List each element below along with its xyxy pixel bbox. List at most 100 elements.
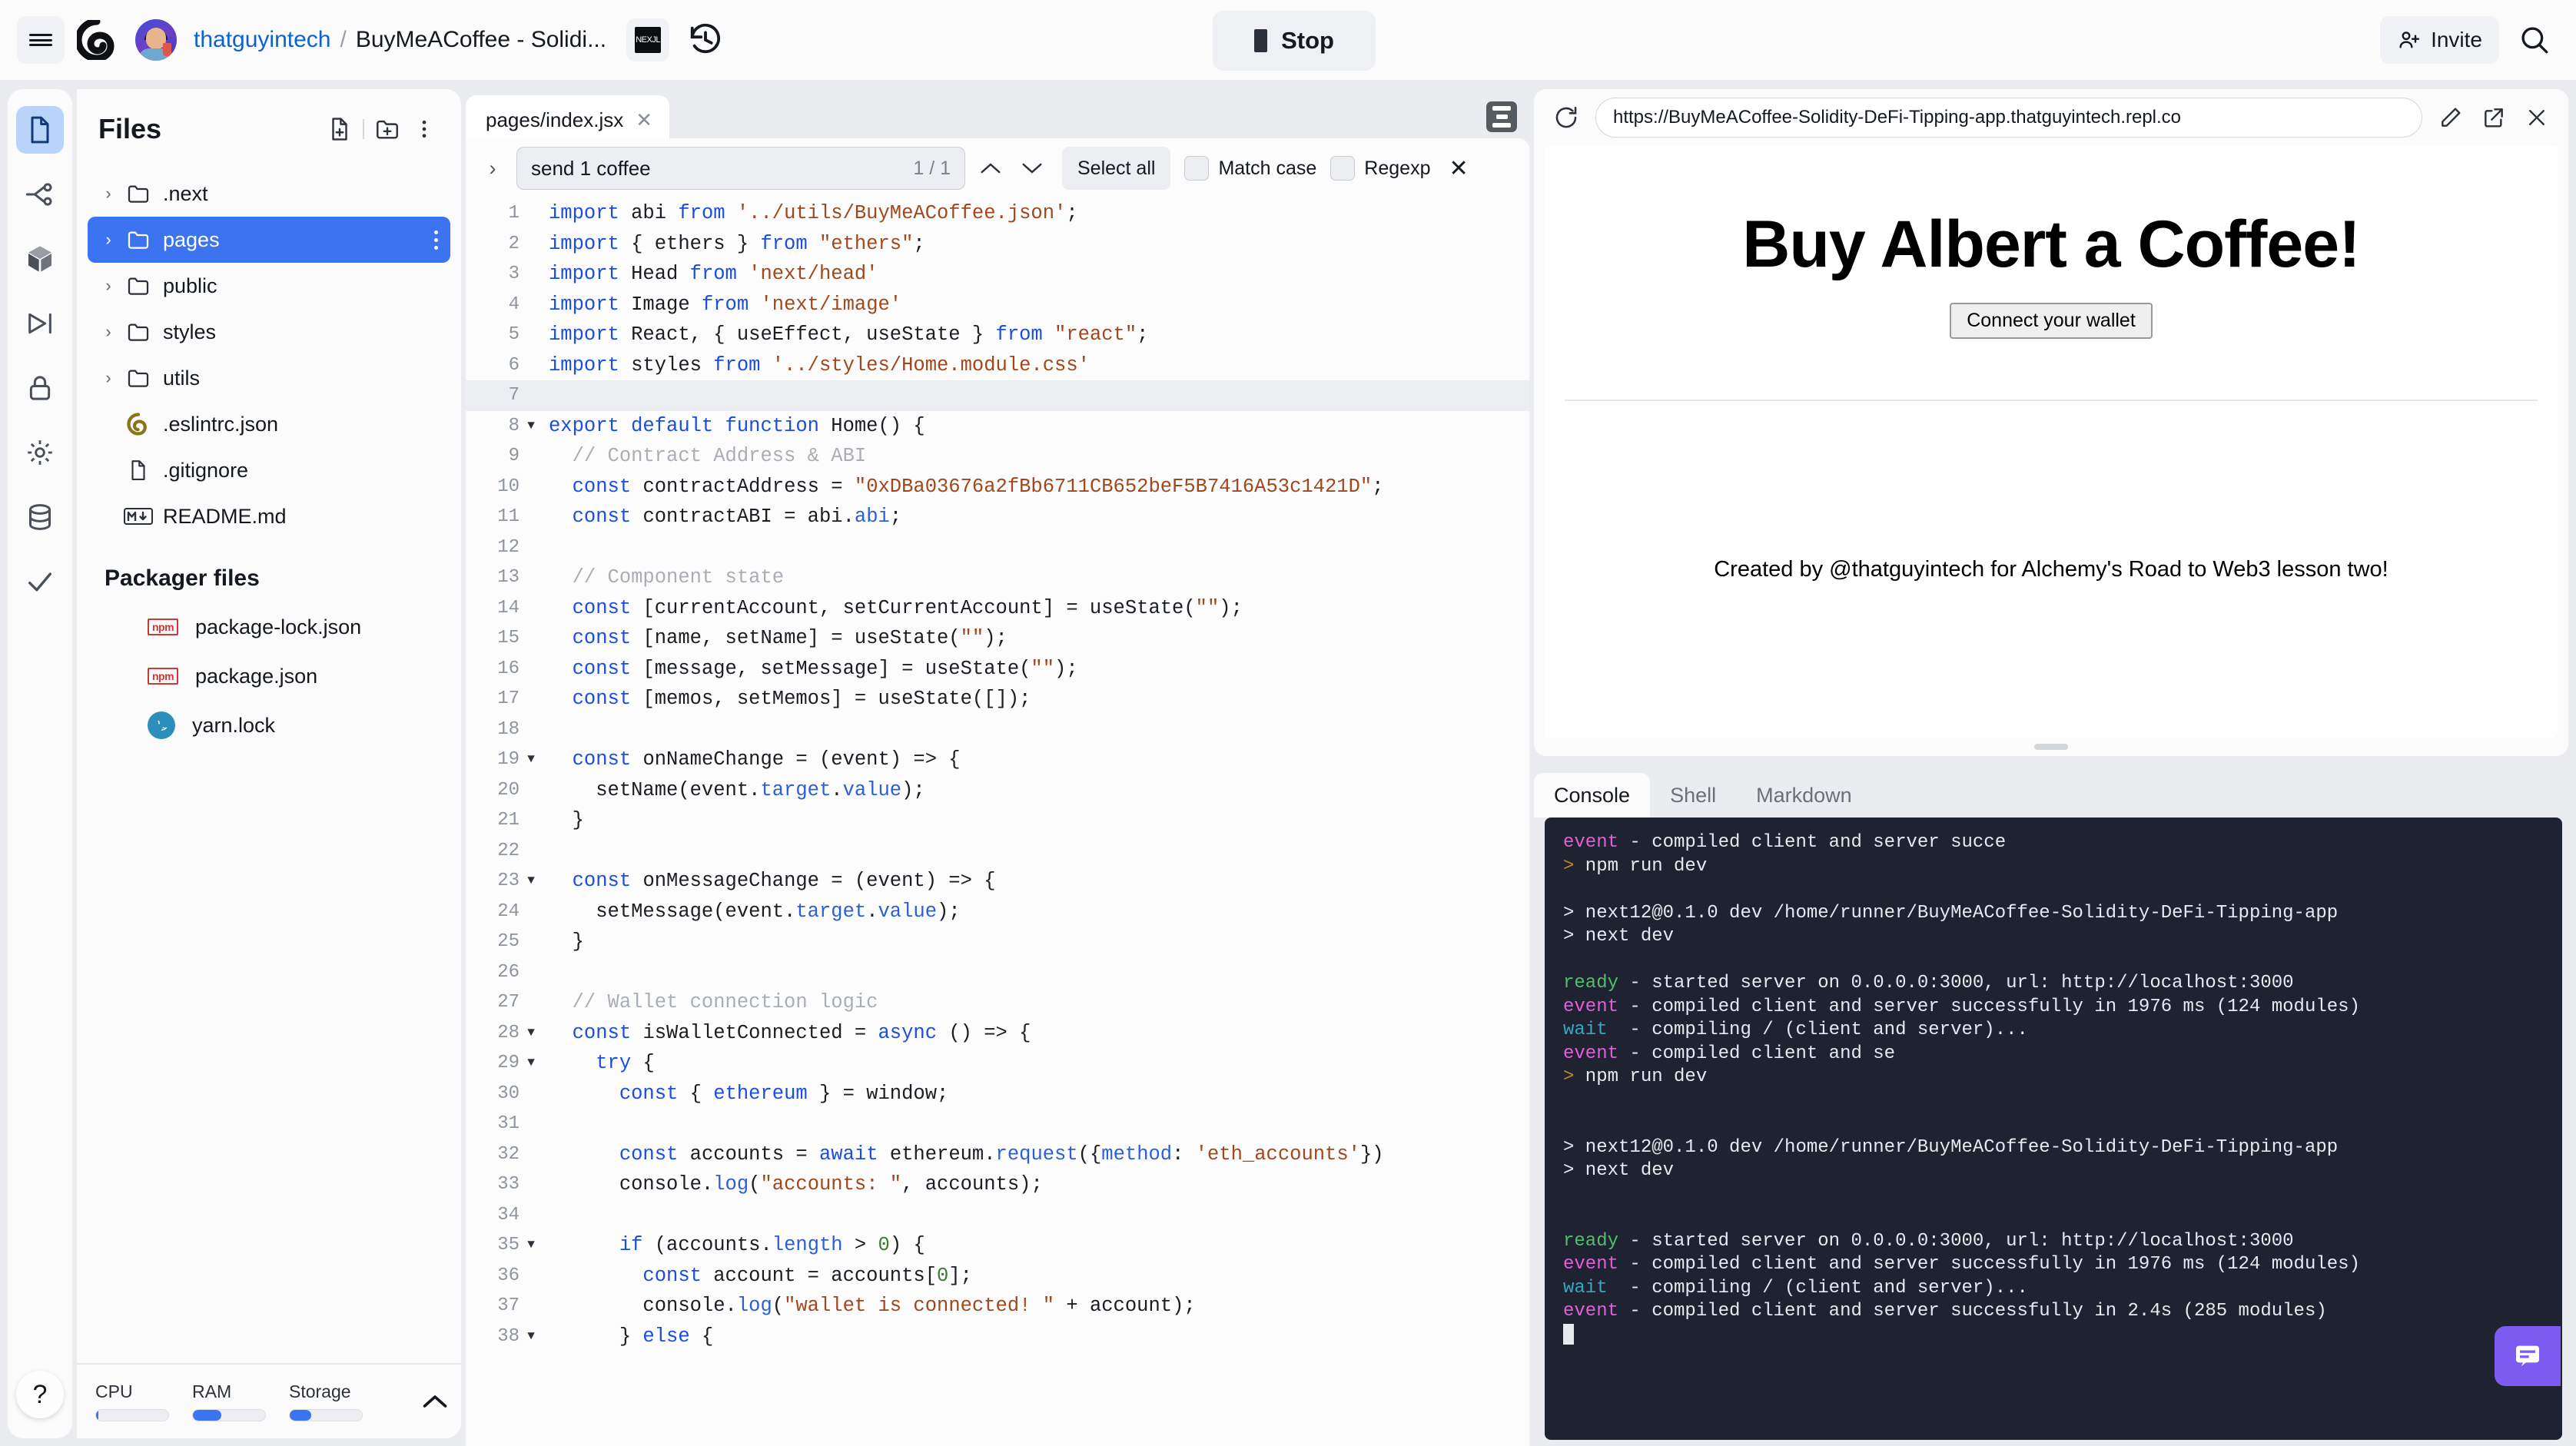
url-input[interactable]: https://BuyMeACoffee-Solidity-DeFi-Tippi… [1595, 98, 2422, 138]
console-line-text: - started server on 0.0.0.0:3000, url: h… [1618, 1230, 2294, 1252]
packager-file-package-lock[interactable]: npm package-lock.json [88, 602, 450, 652]
close-icon[interactable]: ✕ [1449, 155, 1468, 182]
search-input[interactable]: send 1 coffee 1 / 1 [516, 147, 965, 190]
code-line: 37 console.log("wallet is connected! " +… [466, 1291, 1529, 1322]
folder-more-icon[interactable] [434, 230, 438, 250]
replit-logo-icon[interactable] [75, 18, 118, 61]
help-button[interactable]: ? [16, 1371, 64, 1418]
history-clock-icon[interactable] [686, 21, 725, 59]
console-line-tag: event [1563, 996, 1619, 1017]
pencil-edit-icon[interactable] [2436, 103, 2465, 132]
sidebar-item-settings[interactable] [16, 429, 64, 476]
find-next-icon[interactable] [1021, 161, 1048, 176]
right-column: https://BuyMeACoffee-Solidity-DeFi-Tippi… [1534, 89, 2568, 1446]
more-vertical-icon[interactable] [406, 111, 443, 148]
resize-handle[interactable] [2034, 744, 2068, 750]
code-line: 9 // Contract Address & ABI [466, 441, 1529, 472]
file-tree-label: styles [163, 320, 217, 343]
tab-shell[interactable]: Shell [1650, 773, 1736, 818]
console-line-tag: > [1563, 855, 1575, 877]
layout-panel-icon[interactable] [1486, 101, 1517, 132]
line-number: 10 [497, 476, 520, 497]
select-all-button[interactable]: Select all [1062, 147, 1171, 190]
chevron-right-icon[interactable]: › [483, 157, 503, 181]
code-line: 10 const contractAddress = "0xDBa03676a2… [466, 472, 1529, 502]
sidebar-item-files[interactable] [16, 106, 64, 154]
code-text: console.log("accounts: ", accounts); [549, 1173, 1043, 1196]
fold-toggle-icon[interactable]: ▼ [523, 866, 539, 897]
line-number: 7 [508, 385, 520, 406]
find-previous-icon[interactable] [979, 161, 1007, 176]
sidebar-item-database[interactable] [16, 493, 64, 541]
line-number: 30 [497, 1083, 520, 1104]
console-line-text: - started server on 0.0.0.0:3000, url: h… [1618, 973, 2294, 993]
line-number: 33 [497, 1174, 520, 1195]
fold-toggle-icon[interactable]: ▼ [523, 1230, 539, 1261]
reload-icon[interactable] [1551, 102, 1582, 133]
tab-pages-index-jsx[interactable]: pages/index.jsx ✕ [466, 95, 670, 144]
code-text: setName(event.target.value); [549, 778, 925, 801]
file-tree-file-eslintrc[interactable]: .eslintrc.json [88, 401, 450, 447]
sidebar-item-debugger[interactable] [16, 300, 64, 347]
file-tree-folder-utils[interactable]: › utils [88, 355, 450, 401]
code-text: // Wallet connection logic [572, 991, 878, 1013]
tab-markdown[interactable]: Markdown [1736, 773, 1872, 818]
file-tree-folder-styles[interactable]: › styles [88, 309, 450, 355]
match-case-checkbox[interactable]: Match case [1184, 156, 1316, 181]
user-avatar[interactable] [135, 19, 177, 61]
file-tree-file-readme[interactable]: README.md [88, 493, 450, 539]
sidebar-item-packages[interactable] [16, 235, 64, 283]
folder-icon [120, 366, 157, 390]
new-file-icon[interactable] [321, 111, 358, 148]
breadcrumb-repl-name[interactable]: BuyMeACoffee - Solidi... [356, 27, 606, 53]
console-line-text: - compiled client and server succe [1618, 832, 2007, 853]
close-icon[interactable] [2522, 103, 2551, 132]
file-tree-file-gitignore[interactable]: .gitignore [88, 447, 450, 493]
line-number: 18 [497, 718, 520, 740]
hamburger-menu-icon[interactable] [17, 16, 65, 64]
fold-toggle-icon[interactable]: ▼ [523, 411, 539, 442]
fold-toggle-icon[interactable]: ▼ [523, 1322, 539, 1352]
file-tree: › .next › pages › public › styles › util… [77, 161, 461, 750]
code-line: 4 import Image from 'next/image' [466, 290, 1529, 320]
new-folder-icon[interactable] [369, 111, 406, 148]
code-line: 32 const accounts = await ethereum.reque… [466, 1139, 1529, 1170]
close-icon[interactable]: ✕ [636, 108, 652, 132]
fold-toggle-icon[interactable]: ▼ [523, 745, 539, 775]
regexp-checkbox[interactable]: Regexp [1330, 156, 1430, 181]
console-line: wait - compiling / (client and server)..… [1563, 1019, 2544, 1043]
breadcrumb-username[interactable]: thatguyintech [194, 27, 330, 53]
stop-button[interactable]: Stop [1213, 11, 1376, 71]
console-output[interactable]: event - compiled client and server succe… [1545, 818, 2562, 1440]
code-line: 3 import Head from 'next/head' [466, 259, 1529, 290]
code-line: 30 const { ethereum } = window; [466, 1079, 1529, 1109]
packager-file-yarn-lock[interactable]: yarn.lock [88, 701, 450, 750]
fold-toggle-icon[interactable]: ▼ [523, 1048, 539, 1079]
file-tree-folder-next[interactable]: › .next [88, 171, 450, 217]
code-editor-content[interactable]: 1 import abi from '../utils/BuyMeACoffee.… [466, 198, 1529, 1446]
chevron-up-icon[interactable] [421, 1393, 449, 1410]
sidebar-item-secrets[interactable] [16, 364, 64, 412]
packager-file-package-json[interactable]: npm package.json [88, 652, 450, 701]
fold-toggle-icon[interactable]: ▼ [523, 1018, 539, 1049]
invite-button[interactable]: Invite [2380, 16, 2499, 64]
chat-help-icon[interactable] [2495, 1326, 2561, 1386]
code-text: } else { [549, 1325, 714, 1348]
toolbar-divider [363, 119, 364, 139]
resource-cpu-track [95, 1409, 169, 1421]
framework-badge[interactable]: NEXJL [626, 18, 670, 61]
code-line: 5 import React, { useEffect, useState } f… [466, 320, 1529, 350]
chevron-right-icon: › [105, 276, 111, 295]
code-line: 19 ▼ const onNameChange = (event) => { [466, 745, 1529, 775]
tab-console[interactable]: Console [1534, 773, 1651, 818]
connect-wallet-button[interactable]: Connect your wallet [1950, 303, 2153, 339]
sidebar-item-version-control[interactable] [16, 171, 64, 218]
line-number: 36 [497, 1265, 520, 1286]
line-number: 12 [497, 536, 520, 558]
file-tree-folder-public[interactable]: › public [88, 263, 450, 309]
file-tree-folder-pages[interactable]: › pages [88, 217, 450, 263]
search-icon[interactable] [2513, 18, 2556, 61]
open-external-icon[interactable] [2479, 103, 2508, 132]
sidebar-item-tests[interactable] [16, 558, 64, 605]
